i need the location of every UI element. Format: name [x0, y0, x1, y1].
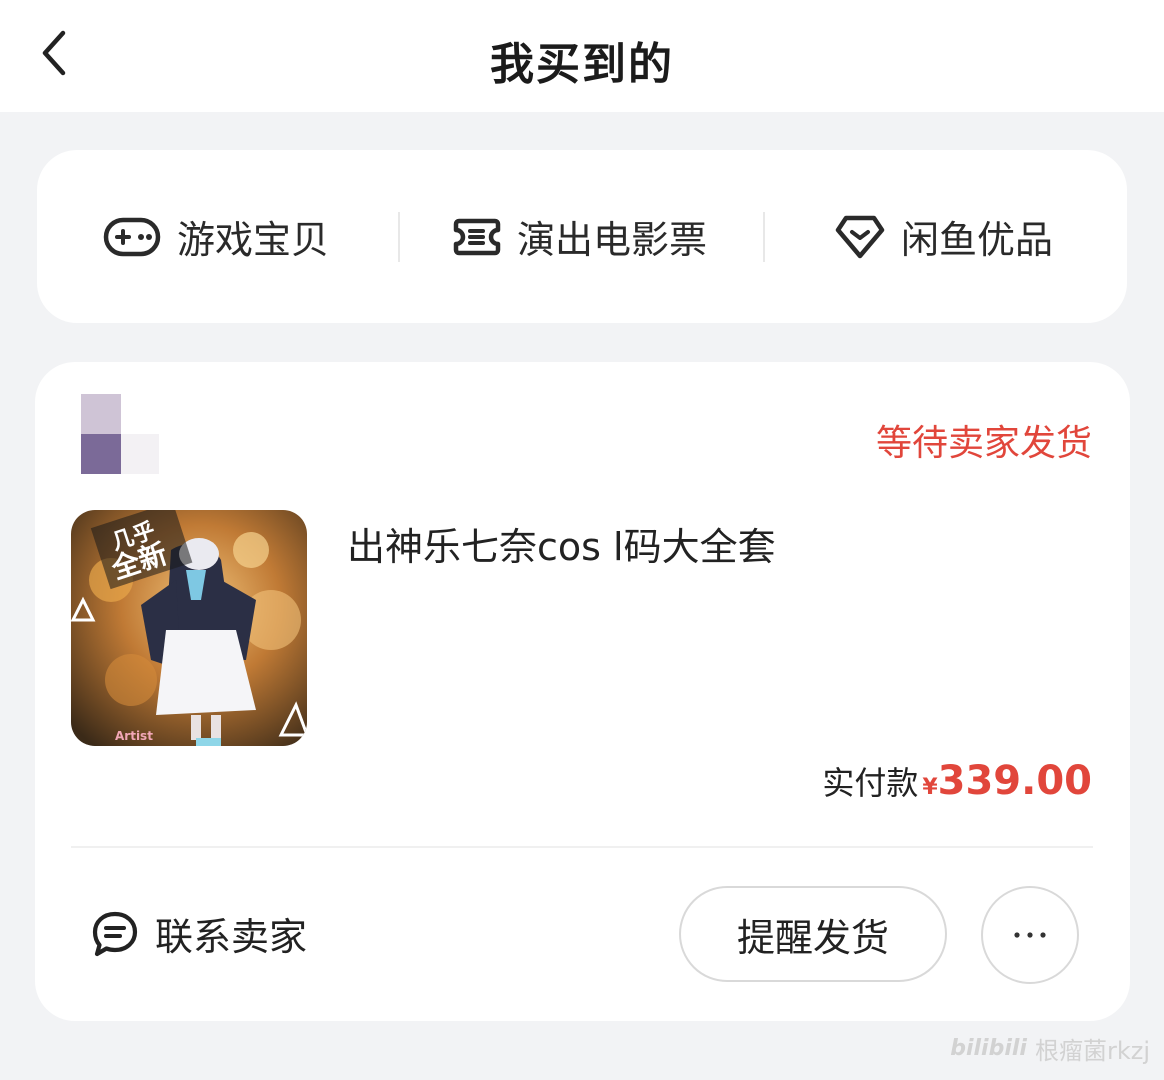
category-shortcuts: 游戏宝贝 演出电影票 闲鱼优品 [37, 150, 1127, 323]
product-image[interactable]: 几乎 全新 Artist [71, 510, 307, 746]
page-title: 我买到的 [490, 39, 674, 90]
category-tickets[interactable]: 演出电影票 [453, 150, 707, 323]
category-label: 演出电影票 [517, 218, 708, 262]
category-label: 游戏宝贝 [177, 218, 330, 262]
currency-symbol: ¥ [922, 775, 938, 800]
payment-summary: 实付款 ¥ 339.00 [822, 758, 1092, 804]
remind-shipping-button[interactable]: 提醒发货 [679, 886, 947, 982]
chat-bubble-icon [92, 911, 138, 956]
category-game-items[interactable]: 游戏宝贝 [103, 150, 329, 323]
divider [71, 846, 1093, 848]
order-status: 等待卖家发货 [875, 423, 1092, 464]
gamepad-icon [103, 217, 161, 256]
diamond-icon [835, 215, 885, 258]
payment-label: 实付款 [822, 764, 919, 802]
contact-seller-label: 联系卖家 [155, 915, 308, 959]
more-options-button[interactable] [981, 886, 1079, 984]
order-card: 等待卖家发货 几乎 全新 Artist 出神乐七奈cos l码大全套 实付款 ¥… [35, 362, 1130, 1021]
svg-text:Artist: Artist [115, 729, 153, 743]
watermark-text: 根瘤菌rkzj [1034, 1037, 1150, 1065]
contact-seller-button[interactable]: 联系卖家 [91, 906, 307, 961]
payment-amount: 339.00 [937, 758, 1092, 804]
watermark: bilibili 根瘤菌rkzj [950, 1031, 1150, 1066]
ticket-icon [453, 218, 501, 255]
bilibili-logo: bilibili [950, 1036, 1027, 1061]
category-xianyu-select[interactable]: 闲鱼优品 [835, 150, 1053, 323]
category-label: 闲鱼优品 [901, 218, 1054, 262]
divider [763, 212, 765, 262]
seller-avatar[interactable] [81, 394, 159, 474]
top-nav-bar: 我买到的 [0, 0, 1164, 112]
divider [398, 212, 400, 262]
product-title[interactable]: 出神乐七奈cos l码大全套 [347, 516, 776, 571]
more-dots-icon [1014, 932, 1046, 938]
